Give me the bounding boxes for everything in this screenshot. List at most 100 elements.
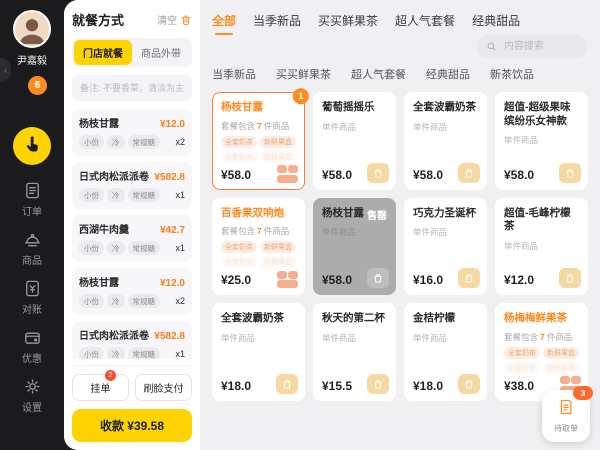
avatar[interactable] xyxy=(13,10,51,48)
combo-add-icon[interactable] xyxy=(274,271,298,289)
combo-add-icon[interactable] xyxy=(274,165,298,183)
spec-tag: 冷 xyxy=(107,294,125,308)
sidebar-item[interactable]: 设置 xyxy=(0,377,64,414)
ledger-icon xyxy=(23,279,42,298)
add-to-cart-bag-icon[interactable] xyxy=(559,163,581,183)
category-tab[interactable]: 超人气套餐 xyxy=(395,12,455,35)
category-tab[interactable]: 买买鲜果茶 xyxy=(318,12,378,35)
order-item-price: ¥42.7 xyxy=(160,225,185,236)
add-to-cart-bag-icon[interactable] xyxy=(458,268,480,288)
hold-order-button[interactable]: 挂单 2 xyxy=(72,374,129,401)
sidebar-item[interactable]: 商品 xyxy=(0,230,64,267)
sidebar-item[interactable]: 订单 xyxy=(0,181,64,218)
category-tab[interactable]: 当季新品 xyxy=(253,12,301,35)
order-item[interactable]: 杨枝甘露 ¥12.0 小份 冷 常规糖 x2 xyxy=(72,109,192,156)
sidebar-item[interactable]: 对账 xyxy=(0,279,64,316)
add-to-cart-bag-icon[interactable] xyxy=(458,163,480,183)
product-card[interactable]: 杨枝甘露单件商品¥58.0售罄 xyxy=(313,198,396,296)
dining-mode-tab[interactable]: 商品外带 xyxy=(132,40,190,65)
wallet-icon xyxy=(23,328,42,347)
sold-out-badge: 售罄 xyxy=(367,207,387,222)
order-item-qty: x1 xyxy=(175,243,185,253)
order-item-qty: x2 xyxy=(175,296,185,306)
sidebar-item-label: 订单 xyxy=(22,203,42,218)
product-card[interactable]: 葡萄摇摇乐单件商品¥58.0 xyxy=(313,92,396,190)
category-tab[interactable]: 全部 xyxy=(212,12,236,35)
product-card[interactable]: 杨梅梅鲜果茶套餐包含7件商品全套奶茶新鲜果盒全套奶茶新鲜果盒¥38.0 xyxy=(495,303,588,401)
dining-mode-tab[interactable]: 门店就餐 xyxy=(74,40,132,65)
add-to-cart-bag-icon[interactable] xyxy=(367,374,389,394)
sidebar-item-label: 设置 xyxy=(22,399,42,414)
product-subtitle: 单件商品 xyxy=(413,121,478,133)
order-item[interactable]: 日式肉松派派卷 ¥582.8 小份 冷 常规糖 x1 xyxy=(72,162,192,209)
order-item-list[interactable]: 杨枝甘露 ¥12.0 小份 冷 常规糖 x2 日式肉松派派卷 xyxy=(72,109,192,359)
combo-item-tag: 新鲜果盒 xyxy=(543,362,579,374)
sidebar-item-label: 对账 xyxy=(22,301,42,316)
sidebar-item-label: 优惠 xyxy=(22,350,42,365)
subcategory-chip[interactable]: 当季新品 xyxy=(212,66,256,82)
spec-tag: 小份 xyxy=(79,241,104,255)
pos-app: 尹嘉毅 6 ‹ 订单 商品 对账 xyxy=(0,0,600,450)
product-name: 葡萄摇摇乐 xyxy=(322,101,387,115)
search-input[interactable] xyxy=(502,40,576,53)
order-item[interactable]: 日式肉松派派卷 ¥582.8 小份 冷 常规糖 x1 xyxy=(72,321,192,359)
category-tab-bar: 全部 当季新品 买买鲜果茶 超人气套餐 经典甜品 xyxy=(212,12,588,35)
product-name: 百香果双响炮 xyxy=(221,207,296,221)
product-name: 全套波霸奶茶 xyxy=(221,312,296,326)
tap-hand-icon xyxy=(22,134,42,159)
product-subtitle: 单件商品 xyxy=(322,332,387,344)
combo-item-tag: 新鲜果盒 xyxy=(543,347,579,359)
subcategory-chip[interactable]: 经典甜品 xyxy=(426,66,470,82)
category-tab[interactable]: 经典甜品 xyxy=(472,12,520,35)
order-taking-button[interactable] xyxy=(13,127,51,165)
spec-tag: 常规糖 xyxy=(128,347,161,359)
checkout-button[interactable]: 收款 ¥39.58 xyxy=(72,409,192,442)
notification-badge[interactable]: 6 xyxy=(28,76,47,95)
product-grid: 杨枝甘露套餐包含7件商品全套奶茶新鲜果盒全套奶茶新鲜果盒¥58.01葡萄摇摇乐单… xyxy=(212,92,588,401)
add-to-cart-bag-icon[interactable] xyxy=(276,374,298,394)
product-card[interactable]: 百香果双响炮套餐包含7件商品全套奶茶新鲜果盒全套奶茶新鲜果盒¥25.0 xyxy=(212,198,305,296)
order-item-name: 杨枝甘露 xyxy=(79,274,119,289)
subcategory-chip[interactable]: 超人气套餐 xyxy=(351,66,406,82)
product-card[interactable]: 全套波霸奶茶单件商品¥58.0 xyxy=(404,92,487,190)
cloche-icon xyxy=(23,230,42,249)
order-item-qty: x1 xyxy=(175,349,185,359)
add-to-cart-bag-icon[interactable] xyxy=(458,374,480,394)
order-item-qty: x1 xyxy=(175,190,185,200)
order-item[interactable]: 西湖牛肉羹 ¥42.7 小份 冷 常规糖 x1 xyxy=(72,215,192,262)
combo-item-tag: 新鲜果盒 xyxy=(260,256,296,268)
combo-item-tag: 新鲜果盒 xyxy=(260,241,296,253)
order-item-price: ¥582.8 xyxy=(154,172,185,183)
add-to-cart-bag-icon[interactable] xyxy=(367,163,389,183)
add-to-cart-bag-icon[interactable] xyxy=(367,268,389,288)
product-card[interactable]: 杨枝甘露套餐包含7件商品全套奶茶新鲜果盒全套奶茶新鲜果盒¥58.01 xyxy=(212,92,305,190)
subcategory-chip[interactable]: 新茶饮品 xyxy=(490,66,534,82)
product-card[interactable]: 巧克力圣诞杯单件商品¥16.0 xyxy=(404,198,487,296)
product-card[interactable]: 金桔柠檬单件商品¥18.0 xyxy=(404,303,487,401)
face-pay-button[interactable]: 刷脸支付 xyxy=(135,374,192,401)
product-card[interactable]: 超值-毛峰柠檬茶单件商品¥12.0 xyxy=(495,198,588,296)
spec-tag: 小份 xyxy=(79,294,104,308)
spec-tag: 小份 xyxy=(79,135,104,149)
subcategory-chip[interactable]: 买买鲜果茶 xyxy=(276,66,331,82)
product-subtitle: 套餐包含7件商品 xyxy=(504,331,579,343)
product-name: 全套波霸奶茶 xyxy=(413,101,478,115)
search-box[interactable] xyxy=(476,35,588,58)
order-item[interactable]: 杨枝甘露 ¥12.0 小份 冷 常规糖 x2 xyxy=(72,268,192,315)
clear-order-button[interactable]: 清空 xyxy=(157,12,192,27)
product-subtitle: 套餐包含7件商品 xyxy=(221,225,296,237)
receipt-icon xyxy=(557,398,575,421)
note-input[interactable] xyxy=(72,75,192,101)
spec-tag: 小份 xyxy=(79,188,104,202)
pending-pickup-button[interactable]: 待取单 3 xyxy=(542,390,590,442)
selected-count-badge: 1 xyxy=(293,88,309,104)
sidebar-item[interactable]: 优惠 xyxy=(0,328,64,365)
product-name: 金桔柠檬 xyxy=(413,312,478,326)
order-item-name: 杨枝甘露 xyxy=(79,115,119,130)
product-card[interactable]: 超值-超级果味缤纷乐女神款单件商品¥58.0 xyxy=(495,92,588,190)
add-to-cart-bag-icon[interactable] xyxy=(559,268,581,288)
product-subtitle: 套餐包含7件商品 xyxy=(221,120,296,132)
order-item-qty: x2 xyxy=(175,137,185,147)
product-card[interactable]: 秋天的第二杯单件商品¥15.5 xyxy=(313,303,396,401)
product-card[interactable]: 全套波霸奶茶单件商品¥18.0 xyxy=(212,303,305,401)
